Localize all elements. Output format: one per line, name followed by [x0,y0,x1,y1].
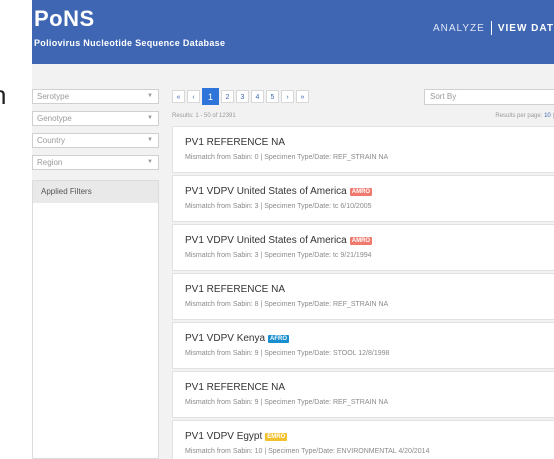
page-1-button[interactable]: 1 [202,88,219,105]
item-meta: Mismatch from Sabin: 0 | Specimen Type/D… [185,154,389,161]
results-per-page: Results per page: 10 | [495,113,554,119]
results-list: PV1 REFERENCE NA Mismatch from Sabin: 0 … [172,126,554,459]
list-item[interactable]: PV1 REFERENCE NA Mismatch from Sabin: 8 … [172,273,554,320]
item-meta: Mismatch from Sabin: 3 | Specimen Type/D… [185,203,372,210]
prev-page-button[interactable]: ‹ [187,90,200,103]
chevron-down-icon: ▼ [147,93,153,99]
chevron-down-icon: ▼ [147,137,153,143]
region-badge: AMRO [349,236,373,245]
item-title-text: PV1 VDPV Egypt [185,431,263,442]
per-page-label: Results per page: [495,113,543,119]
next-page-button[interactable]: › [281,90,294,103]
applied-filters-heading: Applied Filters [33,181,158,203]
applied-filters-panel: Applied Filters [32,180,159,459]
item-title-text: PV1 REFERENCE NA [185,137,286,148]
item-meta: Mismatch from Sabin: 9 | Specimen Type/D… [185,350,390,357]
item-meta: Mismatch from Sabin: 8 | Specimen Type/D… [185,301,389,308]
top-nav: ANALYZE VIEW DAT [433,21,554,35]
region-badge: AMRO [349,187,373,196]
item-title-text: PV1 VDPV Kenya [185,333,266,344]
nav-view-data[interactable]: VIEW DAT [498,23,554,34]
region-select[interactable]: Region ▼ [32,155,159,170]
page-4-button[interactable]: 4 [251,90,264,103]
chevron-down-icon: ▼ [147,115,153,121]
app-subtitle: Poliovirus Nucleotide Sequence Database [34,38,226,48]
sort-by-select[interactable]: Sort By [424,89,554,105]
item-title: PV1 REFERENCE NA [185,382,285,393]
per-page-10-option[interactable]: 10 [544,113,551,119]
item-title-text: PV1 REFERENCE NA [185,284,286,295]
app-logo[interactable]: PoNS [34,6,95,32]
chevron-down-icon: ▼ [147,159,153,165]
item-title: PV1 REFERENCE NA [185,137,285,148]
first-page-button[interactable]: « [172,90,185,103]
left-edge-strip: n [0,0,32,459]
item-meta: Mismatch from Sabin: 9 | Specimen Type/D… [185,399,389,406]
item-title: PV1 VDPV United States of America AMRO [185,235,373,246]
list-item[interactable]: PV1 REFERENCE NA Mismatch from Sabin: 9 … [172,371,554,418]
genotype-select[interactable]: Genotype ▼ [32,111,159,126]
item-title: PV1 VDPV United States of America AMRO [185,186,373,197]
nav-divider [490,21,492,35]
list-item[interactable]: PV1 VDPV United States of America AMRO Mi… [172,224,554,271]
genotype-select-label: Genotype [37,114,72,123]
item-title-text: PV1 VDPV United States of America [185,235,347,246]
region-badge: AFRO [268,334,290,343]
item-title: PV1 REFERENCE NA [185,284,285,295]
serotype-select-label: Serotype [37,92,70,101]
item-title: PV1 VDPV Kenya AFRO [185,333,290,344]
region-badge: EMRO [265,432,288,441]
item-meta: Mismatch from Sabin: 3 | Specimen Type/D… [185,252,372,259]
page-3-button[interactable]: 3 [236,90,249,103]
list-item[interactable]: PV1 VDPV United States of America AMRO Mi… [172,175,554,222]
item-meta: Mismatch from Sabin: 10 | Specimen Type/… [185,448,430,455]
serotype-select[interactable]: Serotype ▼ [32,89,159,104]
item-title: PV1 VDPV Egypt EMRO [185,431,288,442]
region-select-label: Region [37,158,63,167]
country-select[interactable]: Country ▼ [32,133,159,148]
page-2-button[interactable]: 2 [221,90,234,103]
pagination: « ‹ 1 2 3 4 5 › » [172,88,311,105]
results-count: Results: 1 - 50 of 12391 [172,113,236,119]
item-title-text: PV1 VDPV United States of America [185,186,347,197]
list-item[interactable]: PV1 REFERENCE NA Mismatch from Sabin: 0 … [172,126,554,173]
country-select-label: Country [37,136,66,145]
nav-analyze[interactable]: ANALYZE [433,23,485,34]
item-title-text: PV1 REFERENCE NA [185,382,286,393]
edge-letter: n [0,80,6,111]
list-item[interactable]: PV1 VDPV Kenya AFRO Mismatch from Sabin: … [172,322,554,369]
page-5-button[interactable]: 5 [266,90,279,103]
last-page-button[interactable]: » [296,90,309,103]
list-item[interactable]: PV1 VDPV Egypt EMRO Mismatch from Sabin: … [172,420,554,459]
app-header: PoNS Poliovirus Nucleotide Sequence Data… [32,0,554,64]
